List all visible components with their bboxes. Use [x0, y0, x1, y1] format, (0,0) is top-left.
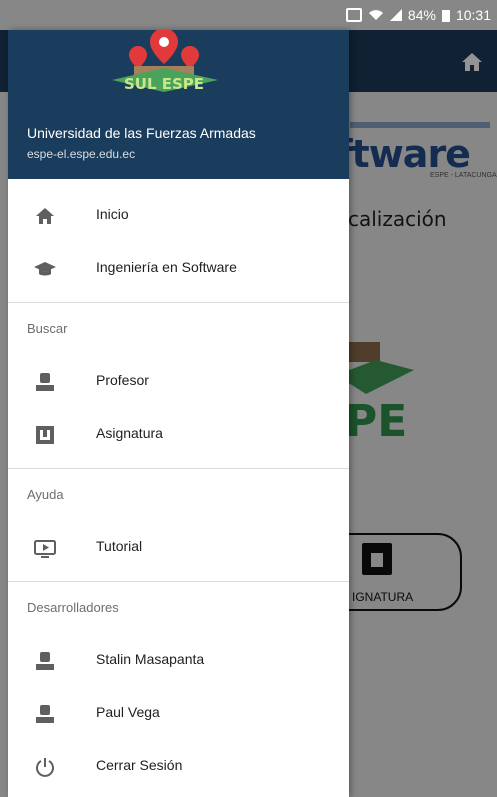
- section-header-desarrolladores: Desarrolladores: [8, 582, 349, 634]
- book-icon: [36, 426, 54, 444]
- drawer-header-name: Universidad de las Fuerzas Armadas: [27, 125, 256, 141]
- menu-item-stalin-masapanta[interactable]: Stalin Masapanta: [8, 634, 349, 687]
- person-icon: [36, 705, 54, 723]
- person-icon: [36, 373, 54, 391]
- menu-item-inicio[interactable]: Inicio: [8, 189, 349, 242]
- person-icon: [36, 652, 54, 670]
- section-title: Desarrolladores: [27, 600, 119, 615]
- battery-percent: 84%: [407, 7, 436, 23]
- play-video-icon: [34, 540, 56, 558]
- menu-item-label: Paul Vega: [96, 704, 160, 720]
- drawer-header: SUL ESPE Universidad de las Fuerzas Arma…: [8, 30, 349, 179]
- graduation-cap-icon: [34, 262, 56, 276]
- drawer-menu: Inicio Ingeniería en Software Buscar Pro…: [8, 179, 349, 793]
- svg-text:SUL ESPE: SUL ESPE: [124, 75, 204, 93]
- section-title: Buscar: [27, 321, 68, 336]
- home-icon: [36, 208, 54, 224]
- drawer-header-email: espe-el.espe.edu.ec: [27, 147, 136, 161]
- section-header-buscar: Buscar: [8, 303, 349, 355]
- menu-item-profesor[interactable]: Profesor: [8, 355, 349, 408]
- power-icon: [36, 758, 54, 777]
- espe-logo: SUL ESPE: [112, 30, 218, 93]
- menu-item-label: Inicio: [96, 206, 129, 222]
- clock: 10:31: [455, 7, 491, 23]
- menu-item-label: Cerrar Sesión: [96, 757, 183, 773]
- menu-item-tutorial[interactable]: Tutorial: [8, 521, 349, 574]
- status-bar: 84% 10:31: [0, 0, 497, 30]
- wifi-icon: [368, 10, 383, 20]
- menu-item-cerrar-sesion[interactable]: Cerrar Sesión: [8, 740, 349, 793]
- menu-item-label: Ingeniería en Software: [96, 259, 237, 275]
- menu-item-asignatura[interactable]: Asignatura: [8, 408, 349, 461]
- menu-item-paul-vega[interactable]: Paul Vega: [8, 687, 349, 740]
- menu-item-label: Stalin Masapanta: [96, 651, 205, 667]
- section-title: Ayuda: [27, 487, 64, 502]
- menu-item-ingenieria-software[interactable]: Ingeniería en Software: [8, 242, 349, 295]
- menu-item-label: Profesor: [96, 372, 149, 388]
- navigation-drawer: SUL ESPE Universidad de las Fuerzas Arma…: [8, 30, 349, 797]
- signal-icon: [389, 9, 402, 21]
- battery-icon: [441, 9, 450, 22]
- section-header-ayuda: Ayuda: [8, 469, 349, 521]
- image-notification-icon: [345, 8, 362, 22]
- menu-item-label: Asignatura: [96, 425, 163, 441]
- menu-item-label: Tutorial: [96, 538, 143, 554]
